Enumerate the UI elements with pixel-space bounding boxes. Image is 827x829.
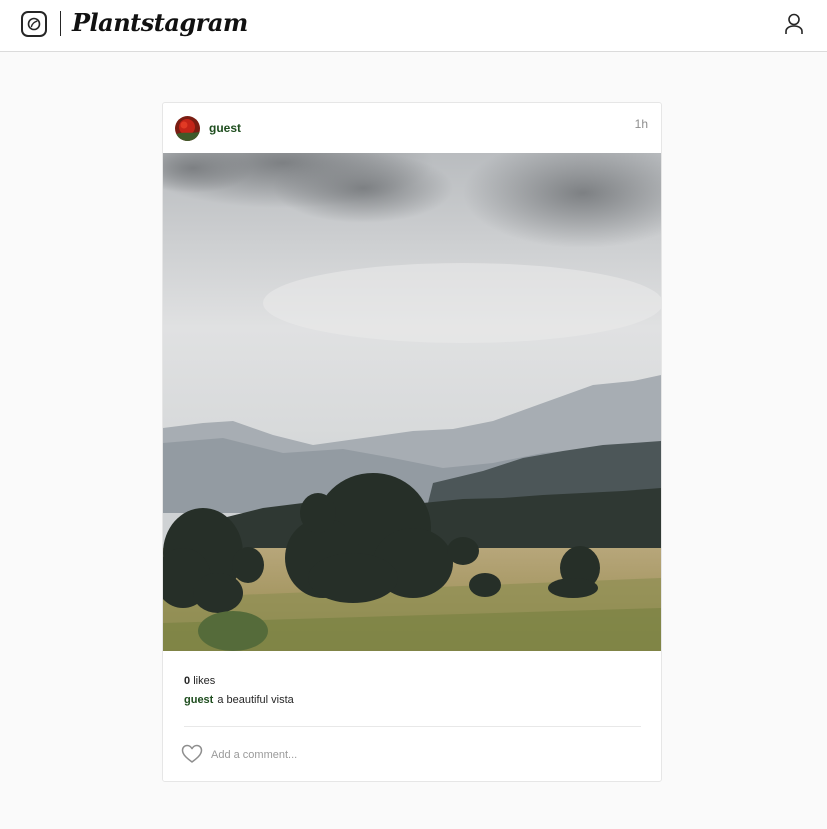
leaf-icon[interactable] — [21, 11, 47, 37]
user-icon[interactable] — [780, 10, 808, 38]
heart-icon[interactable] — [181, 744, 203, 764]
post-author[interactable]: guest — [209, 121, 241, 135]
caption: guest a beautiful vista — [184, 693, 294, 707]
likes-number: 0 — [184, 675, 191, 687]
avatar[interactable] — [175, 116, 200, 141]
likes-count: 0 likes — [184, 674, 215, 688]
caption-author[interactable]: guest — [184, 694, 213, 706]
post-card: guest 1h 0 likes guest a beautiful vista… — [162, 102, 662, 782]
top-navigation-bar: Plantstagram — [0, 0, 827, 52]
post-photo[interactable] — [163, 153, 661, 651]
post-header: guest 1h — [163, 103, 661, 153]
likes-label: likes — [193, 675, 216, 687]
divider — [184, 726, 641, 727]
logo-divider — [60, 11, 61, 36]
landscape-photo — [163, 153, 661, 651]
comment-input[interactable] — [211, 746, 631, 764]
caption-text: a beautiful vista — [217, 694, 294, 706]
app-logo-text[interactable]: Plantstagram — [72, 6, 248, 40]
post-timestamp: 1h — [634, 117, 648, 131]
